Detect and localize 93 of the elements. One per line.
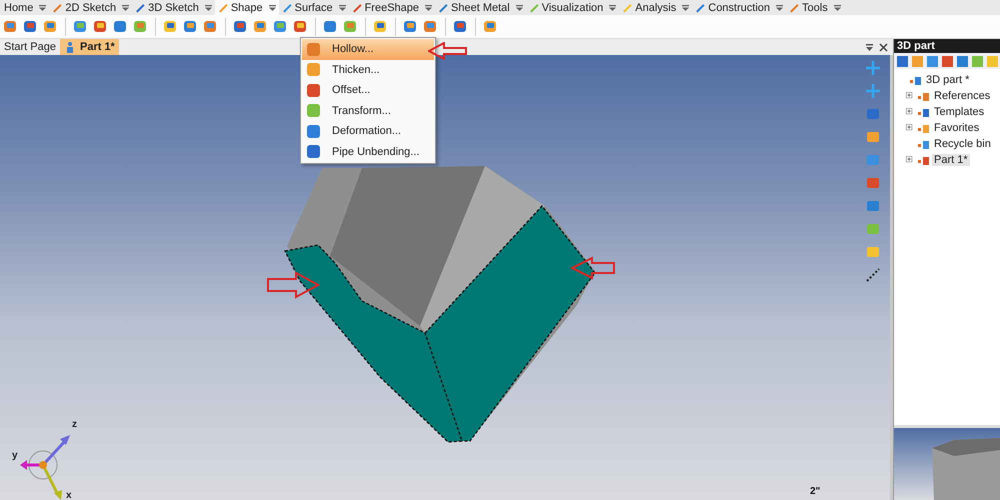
ribbon-tab[interactable]: Visualization xyxy=(526,0,620,15)
toolbar-icon[interactable] xyxy=(422,18,439,35)
toolbar-icon[interactable] xyxy=(342,18,359,35)
panel-tool-icon[interactable] xyxy=(941,54,954,68)
tab-icon xyxy=(280,2,293,14)
ribbon-tab[interactable]: 2D Sketch xyxy=(49,0,132,15)
toolbar-icon[interactable] xyxy=(72,18,89,35)
menu-item[interactable]: Thicken... xyxy=(302,60,434,80)
ribbon-tab[interactable]: Surface xyxy=(278,0,349,15)
menu-item-icon xyxy=(305,61,322,78)
toolbar-icon[interactable] xyxy=(112,18,129,35)
expand-icon[interactable] xyxy=(906,92,915,100)
menu-item[interactable]: Transform... xyxy=(302,100,434,121)
tab-icon xyxy=(694,2,706,14)
tab-icon xyxy=(350,2,363,14)
panel-tool-icon[interactable] xyxy=(956,54,969,68)
arrow-pointer-icon xyxy=(267,271,320,299)
tree-item[interactable]: Favorites xyxy=(932,122,982,134)
ribbon-tab[interactable]: Analysis xyxy=(619,0,692,15)
tree-item[interactable]: Part 1* xyxy=(932,154,970,166)
dropdown-icon[interactable] xyxy=(338,4,347,12)
tab-icon xyxy=(621,2,634,14)
axis-label: x xyxy=(66,490,72,500)
menu-item-icon xyxy=(305,40,322,58)
document-tab[interactable]: Start Page xyxy=(0,39,60,55)
dropdown-icon[interactable] xyxy=(832,4,842,12)
expand-icon[interactable] xyxy=(906,156,915,164)
view-tool-icon[interactable] xyxy=(864,266,882,284)
ribbon-tab[interactable]: FreeShape xyxy=(348,0,436,15)
tab-icon xyxy=(437,2,450,14)
tree-item[interactable]: Recycle bin xyxy=(932,138,993,150)
ribbon-tab[interactable]: Home xyxy=(2,0,50,15)
dropdown-icon[interactable] xyxy=(121,4,130,12)
toolbar-icon[interactable] xyxy=(2,18,19,35)
tree-item[interactable]: 3D part * xyxy=(924,74,972,86)
scale-label: 2" xyxy=(810,486,820,497)
panel-title: 3D part xyxy=(894,39,1000,53)
expand-icon[interactable] xyxy=(906,108,915,116)
toolbar-icon[interactable] xyxy=(372,18,389,35)
menu-item-icon xyxy=(305,122,322,140)
dropdown-icon[interactable] xyxy=(204,4,213,12)
toolbar-icon[interactable] xyxy=(182,18,199,35)
tab-icon xyxy=(528,2,540,14)
tree-item[interactable]: Templates xyxy=(932,106,986,118)
axis-label: z xyxy=(72,419,77,430)
dropdown-icon[interactable] xyxy=(775,4,784,12)
tab-icon xyxy=(788,2,800,14)
toolbar-icon[interactable] xyxy=(132,18,149,35)
panel-tool-icon[interactable] xyxy=(926,54,939,68)
pin-menu-icon[interactable] xyxy=(865,42,874,52)
dropdown-icon[interactable] xyxy=(514,4,524,12)
toolbar-icon[interactable] xyxy=(42,18,59,35)
dropdown-icon[interactable] xyxy=(268,4,277,12)
toolbar-icon[interactable] xyxy=(322,18,339,35)
arrow-pointer-icon xyxy=(570,256,615,280)
toolbar-icon[interactable] xyxy=(292,18,309,35)
toolbar-icon[interactable] xyxy=(482,18,499,35)
ribbon-tab[interactable]: 3D Sketch xyxy=(132,0,215,15)
dropdown-icon[interactable] xyxy=(608,4,618,12)
dropdown-icon[interactable] xyxy=(38,4,48,12)
tab-icon xyxy=(51,2,64,14)
dropdown-icon[interactable] xyxy=(681,4,690,12)
tab-icon xyxy=(216,2,229,14)
close-icon[interactable] xyxy=(879,42,888,52)
axis-triad-drawing xyxy=(20,435,70,500)
ribbon-tab[interactable]: Shape xyxy=(214,0,279,15)
ribbon-tab[interactable]: Sheet Metal xyxy=(435,0,526,15)
toolbar-icon[interactable] xyxy=(22,18,39,35)
menu-item[interactable]: Deformation... xyxy=(302,121,434,142)
axis-label: y xyxy=(12,450,18,461)
tree-item[interactable]: References xyxy=(932,90,992,102)
ribbon-tab[interactable]: Construction xyxy=(692,0,786,15)
menu-item-icon xyxy=(305,143,322,160)
menu-item[interactable]: Offset... xyxy=(302,80,434,100)
toolbar-icon[interactable] xyxy=(272,18,289,35)
arrow-pointer-icon xyxy=(428,42,468,60)
tab-icon xyxy=(134,2,146,14)
toolbar-icon[interactable] xyxy=(202,18,219,35)
menu-item[interactable]: Pipe Unbending... xyxy=(302,142,434,162)
panel-tool-icon[interactable] xyxy=(896,54,909,68)
menu-item-icon xyxy=(305,82,322,99)
expand-icon[interactable] xyxy=(906,124,915,132)
menu-item-icon xyxy=(305,102,322,120)
menu-item[interactable]: Hollow... xyxy=(302,39,434,60)
dropdown-icon[interactable] xyxy=(424,4,434,12)
toolbar-icon[interactable] xyxy=(252,18,269,35)
document-tab[interactable]: Part 1* xyxy=(60,39,119,55)
toolbar-icon[interactable] xyxy=(452,18,469,35)
toolbar-icon[interactable] xyxy=(92,18,109,35)
ribbon-tab[interactable]: Tools xyxy=(786,0,844,15)
toolbar-icon[interactable] xyxy=(162,18,179,35)
toolbar-icon[interactable] xyxy=(232,18,249,35)
toolbar-icon[interactable] xyxy=(402,18,419,35)
